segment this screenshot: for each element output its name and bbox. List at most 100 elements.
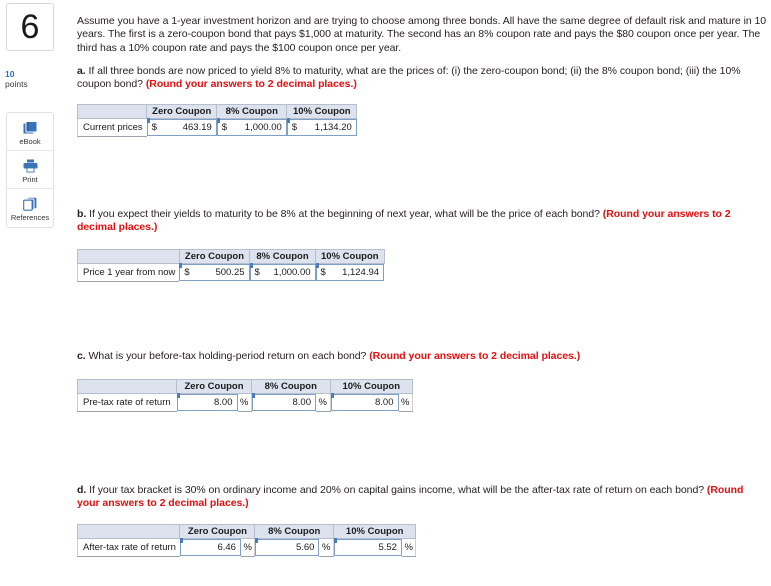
input-10-coupon-price[interactable]: $ 1,134.20 <box>286 118 357 136</box>
cell-zero-coupon: 6.46 <box>179 538 241 556</box>
value-zero-coupon-future-price: 500.25 <box>215 267 245 278</box>
row-label-current-prices: Current prices <box>76 118 147 137</box>
part-d-line-1: If your tax bracket is 30% on ordinary i… <box>89 484 673 496</box>
input-8-coupon-aftertax[interactable]: 5.60 <box>255 538 320 556</box>
value-10-coupon-aftertax: 5.52 <box>378 542 397 553</box>
currency-symbol: $ <box>151 122 157 133</box>
copy-pages-icon <box>22 194 38 211</box>
row-label-aftertax-return: After-tax rate of return <box>76 538 180 557</box>
part-d-line-2: bond? <box>675 484 705 496</box>
cell-marker-icon <box>179 263 183 268</box>
input-8-coupon-price[interactable]: $ 1,000.00 <box>216 118 287 136</box>
input-zero-coupon-pretax[interactable]: 8.00 <box>176 393 238 411</box>
input-zero-coupon-price[interactable]: $ 463.19 <box>146 118 217 136</box>
question-number-box: 6 <box>6 3 54 51</box>
question-page: 6 10 points eBook Print References Assum… <box>0 0 771 586</box>
input-zero-coupon-future-price[interactable]: $ 500.25 <box>179 263 250 281</box>
unit-percent-10: % <box>398 393 413 412</box>
part-b-table: Zero Coupon 8% Coupon 10% Coupon Price 1… <box>77 249 385 282</box>
part-c-instruction: (Round your answers to 2 decimal places.… <box>369 350 581 362</box>
table-header-row: Zero Coupon 8% Coupon 10% Coupon <box>77 379 413 394</box>
points-value: 10 <box>5 69 15 79</box>
question-number: 6 <box>20 8 40 46</box>
ebook-button[interactable]: eBook <box>7 113 53 151</box>
part-a-letter: a. <box>77 65 86 77</box>
part-c-line-1: What is your before-tax holding-period r… <box>88 350 367 362</box>
cell-marker-icon <box>146 118 150 123</box>
value-8-coupon-pretax: 8.00 <box>292 397 312 408</box>
part-a-table: Zero Coupon 8% Coupon 10% Coupon Current… <box>76 104 358 137</box>
input-10-coupon-future-price[interactable]: $ 1,124.94 <box>315 263 385 281</box>
part-d-letter: d. <box>77 484 87 496</box>
currency-symbol: $ <box>184 267 190 278</box>
header-8-coupon: 8% Coupon <box>216 104 288 119</box>
printer-icon <box>23 156 38 173</box>
part-c-letter: c. <box>77 350 86 362</box>
cell-marker-icon <box>286 118 290 123</box>
value-10-coupon-price: 1,134.20 <box>314 122 352 133</box>
input-zero-coupon-aftertax[interactable]: 6.46 <box>179 538 241 556</box>
part-c-table: Zero Coupon 8% Coupon 10% Coupon Pre-tax… <box>77 379 413 412</box>
input-10-coupon-pretax[interactable]: 8.00 <box>330 393 399 411</box>
print-button[interactable]: Print <box>7 151 53 189</box>
cell-10-coupon: 8.00 <box>330 393 399 411</box>
cell-marker-icon <box>330 393 334 398</box>
part-b-line-1: If you expect their yields to maturity t… <box>89 208 600 220</box>
header-8-coupon: 8% Coupon <box>254 524 334 539</box>
value-10-coupon-future-price: 1,124.94 <box>342 267 380 278</box>
references-button[interactable]: References <box>7 189 53 227</box>
cell-marker-icon <box>216 118 220 123</box>
value-10-coupon-pretax: 8.00 <box>375 397 394 408</box>
cell-zero-coupon: 8.00 <box>176 393 238 411</box>
prompt-paragraph: Assume you have a 1-year investment hori… <box>77 15 767 55</box>
cell-10-coupon: $ 1,124.94 <box>315 263 385 281</box>
row-label-pretax-return: Pre-tax rate of return <box>77 393 177 412</box>
input-8-coupon-future-price[interactable]: $ 1,000.00 <box>249 263 316 281</box>
cell-10-coupon: 5.52 <box>333 538 402 556</box>
unit-percent-zero: % <box>240 538 256 557</box>
cell-zero-coupon: $ 463.19 <box>146 118 217 136</box>
input-10-coupon-aftertax[interactable]: 5.52 <box>333 538 402 556</box>
unit-percent-10: % <box>401 538 417 557</box>
table-row: Pre-tax rate of return 8.00 % 8.00 % 8.0… <box>77 393 413 412</box>
header-10-coupon: 10% Coupon <box>332 524 417 539</box>
cell-marker-icon <box>249 263 253 268</box>
currency-symbol: $ <box>254 267 260 278</box>
table-header-row: Zero Coupon 8% Coupon 10% Coupon <box>77 249 385 264</box>
value-8-coupon-price: 1,000.00 <box>244 122 282 133</box>
cell-8-coupon: 5.60 <box>255 538 320 556</box>
cell-marker-icon <box>315 263 319 268</box>
unit-percent-8: % <box>316 393 331 412</box>
points-block: 10 points <box>5 69 59 89</box>
prompt-line-1: Assume you have a 1-year investment hori… <box>77 15 686 27</box>
tool-button-group: eBook Print References <box>6 112 54 228</box>
unit-percent-8: % <box>319 538 334 557</box>
header-blank <box>77 379 177 394</box>
header-blank <box>77 249 180 264</box>
header-10-coupon: 10% Coupon <box>315 249 385 264</box>
cell-10-coupon: $ 1,134.20 <box>286 118 357 136</box>
header-8-coupon: 8% Coupon <box>249 249 317 264</box>
cell-marker-icon <box>176 393 180 398</box>
table-header-row: Zero Coupon 8% Coupon 10% Coupon <box>76 104 358 119</box>
part-a-instruction: (Round your answers to 2 decimal places.… <box>145 78 357 91</box>
value-zero-coupon-pretax: 8.00 <box>214 397 233 408</box>
main-content: Assume you have a 1-year investment hori… <box>70 0 771 586</box>
value-8-coupon-aftertax: 5.60 <box>295 542 315 553</box>
header-10-coupon: 10% Coupon <box>286 104 358 119</box>
header-zero-coupon: Zero Coupon <box>179 524 256 539</box>
part-c-text: c. What is your before-tax holding-perio… <box>77 350 737 363</box>
part-a-text: a. If all three bonds are now priced to … <box>77 65 771 92</box>
header-zero-coupon: Zero Coupon <box>146 104 218 119</box>
cell-marker-icon <box>252 393 255 398</box>
currency-symbol: $ <box>221 122 228 133</box>
cell-8-coupon: $ 1,000.00 <box>249 263 316 281</box>
ebook-label: eBook <box>19 136 41 146</box>
part-b-text: b. If you expect their yields to maturit… <box>77 208 741 235</box>
header-zero-coupon: Zero Coupon <box>176 379 252 394</box>
cell-8-coupon: $ 1,000.00 <box>216 118 287 136</box>
header-zero-coupon: Zero Coupon <box>178 249 251 264</box>
input-8-coupon-pretax[interactable]: 8.00 <box>252 393 316 411</box>
table-row: Price 1 year from now $ 500.25 $ 1,000.0… <box>77 263 385 282</box>
table-row: After-tax rate of return 6.46 % 5.60 % 5… <box>76 538 417 557</box>
